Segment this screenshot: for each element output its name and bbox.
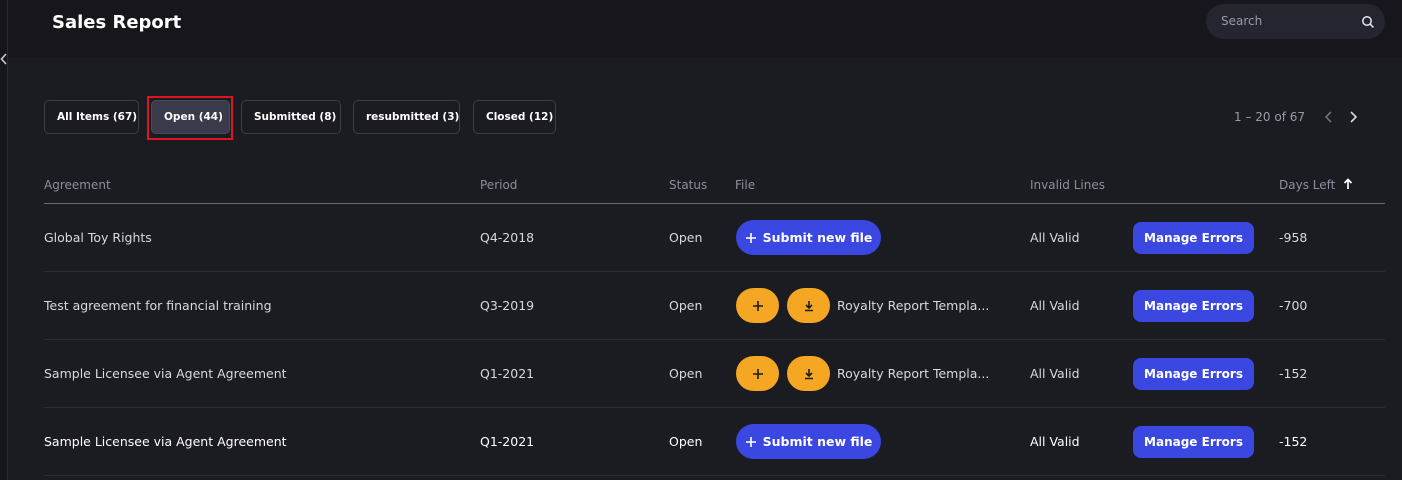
- plus-icon: [745, 436, 756, 447]
- table-row: Global Toy Rights Q4-2018 Open Submit ne…: [44, 204, 1385, 272]
- download-icon: [804, 368, 813, 379]
- page-title: Sales Report: [52, 12, 182, 33]
- add-file-button[interactable]: [736, 356, 779, 391]
- column-header-invalid-lines[interactable]: Invalid Lines: [1030, 178, 1105, 192]
- table-row: Sample Licensee via Agent Agreement Q1-2…: [44, 408, 1385, 476]
- chevron-left-icon[interactable]: [1321, 108, 1337, 126]
- status-cell: Open: [669, 230, 703, 245]
- invalid-lines-cell: All Valid: [1030, 230, 1080, 245]
- invalid-lines-cell: All Valid: [1030, 434, 1080, 449]
- agreement-cell: Sample Licensee via Agent Agreement: [44, 434, 287, 449]
- pagination-range: 1 – 20 of 67: [1234, 110, 1305, 124]
- manage-errors-button[interactable]: Manage Errors: [1133, 290, 1254, 322]
- tab-submitted[interactable]: Submitted (8): [241, 100, 341, 134]
- period-cell: Q1-2021: [480, 434, 535, 449]
- tab-resubmitted[interactable]: resubmitted (3): [353, 100, 460, 134]
- status-cell: Open: [669, 298, 703, 313]
- days-left-cell: -152: [1279, 366, 1308, 381]
- tab-all-items[interactable]: All Items (67): [44, 100, 139, 134]
- download-icon: [804, 300, 813, 311]
- submit-new-file-button[interactable]: Submit new file: [736, 220, 881, 255]
- agreement-cell: Global Toy Rights: [44, 230, 152, 245]
- search-input[interactable]: [1221, 12, 1351, 30]
- arrow-up-icon[interactable]: [1343, 178, 1353, 193]
- column-header-days-left[interactable]: Days Left: [1279, 178, 1353, 193]
- days-left-cell: -700: [1279, 298, 1308, 313]
- search-icon[interactable]: [1361, 14, 1375, 29]
- period-cell: Q4-2018: [480, 230, 535, 245]
- table-row: Test agreement for financial training Q3…: [44, 272, 1385, 340]
- invalid-lines-cell: All Valid: [1030, 298, 1080, 313]
- status-cell: Open: [669, 434, 703, 449]
- invalid-lines-cell: All Valid: [1030, 366, 1080, 381]
- plus-icon: [752, 300, 763, 311]
- column-header-period[interactable]: Period: [480, 178, 517, 192]
- submit-new-file-label: Submit new file: [762, 434, 873, 449]
- days-left-cell: -958: [1279, 230, 1308, 245]
- plus-icon: [745, 232, 756, 243]
- tab-closed[interactable]: Closed (12): [473, 100, 556, 134]
- search-box[interactable]: [1206, 4, 1385, 39]
- sidebar-edge: [0, 0, 8, 480]
- file-name-link[interactable]: Royalty Report Templa...: [837, 272, 989, 339]
- period-cell: Q3-2019: [480, 298, 535, 313]
- manage-errors-button[interactable]: Manage Errors: [1133, 426, 1254, 458]
- days-left-cell: -152: [1279, 434, 1308, 449]
- add-file-button[interactable]: [736, 288, 779, 323]
- table-row: Sample Licensee via Agent Agreement Q1-2…: [44, 340, 1385, 408]
- submit-new-file-button[interactable]: Submit new file: [736, 424, 881, 459]
- agreement-cell: Sample Licensee via Agent Agreement: [44, 366, 287, 381]
- agreement-cell: Test agreement for financial training: [44, 298, 272, 313]
- status-cell: Open: [669, 366, 703, 381]
- manage-errors-button[interactable]: Manage Errors: [1133, 358, 1254, 390]
- column-header-file[interactable]: File: [735, 178, 755, 192]
- page-header: Sales Report: [8, 0, 1402, 58]
- column-header-days-left-label: Days Left: [1279, 178, 1336, 192]
- chevron-right-icon[interactable]: [1345, 108, 1361, 126]
- period-cell: Q1-2021: [480, 366, 535, 381]
- download-button[interactable]: [787, 356, 830, 391]
- submit-new-file-label: Submit new file: [762, 230, 873, 245]
- column-header-status[interactable]: Status: [669, 178, 707, 192]
- column-header-agreement[interactable]: Agreement: [44, 178, 111, 192]
- tab-open[interactable]: Open (44): [151, 100, 230, 134]
- download-button[interactable]: [787, 288, 830, 323]
- file-name-link[interactable]: Royalty Report Templa...: [837, 340, 989, 407]
- plus-icon: [752, 368, 763, 379]
- manage-errors-button[interactable]: Manage Errors: [1133, 222, 1254, 254]
